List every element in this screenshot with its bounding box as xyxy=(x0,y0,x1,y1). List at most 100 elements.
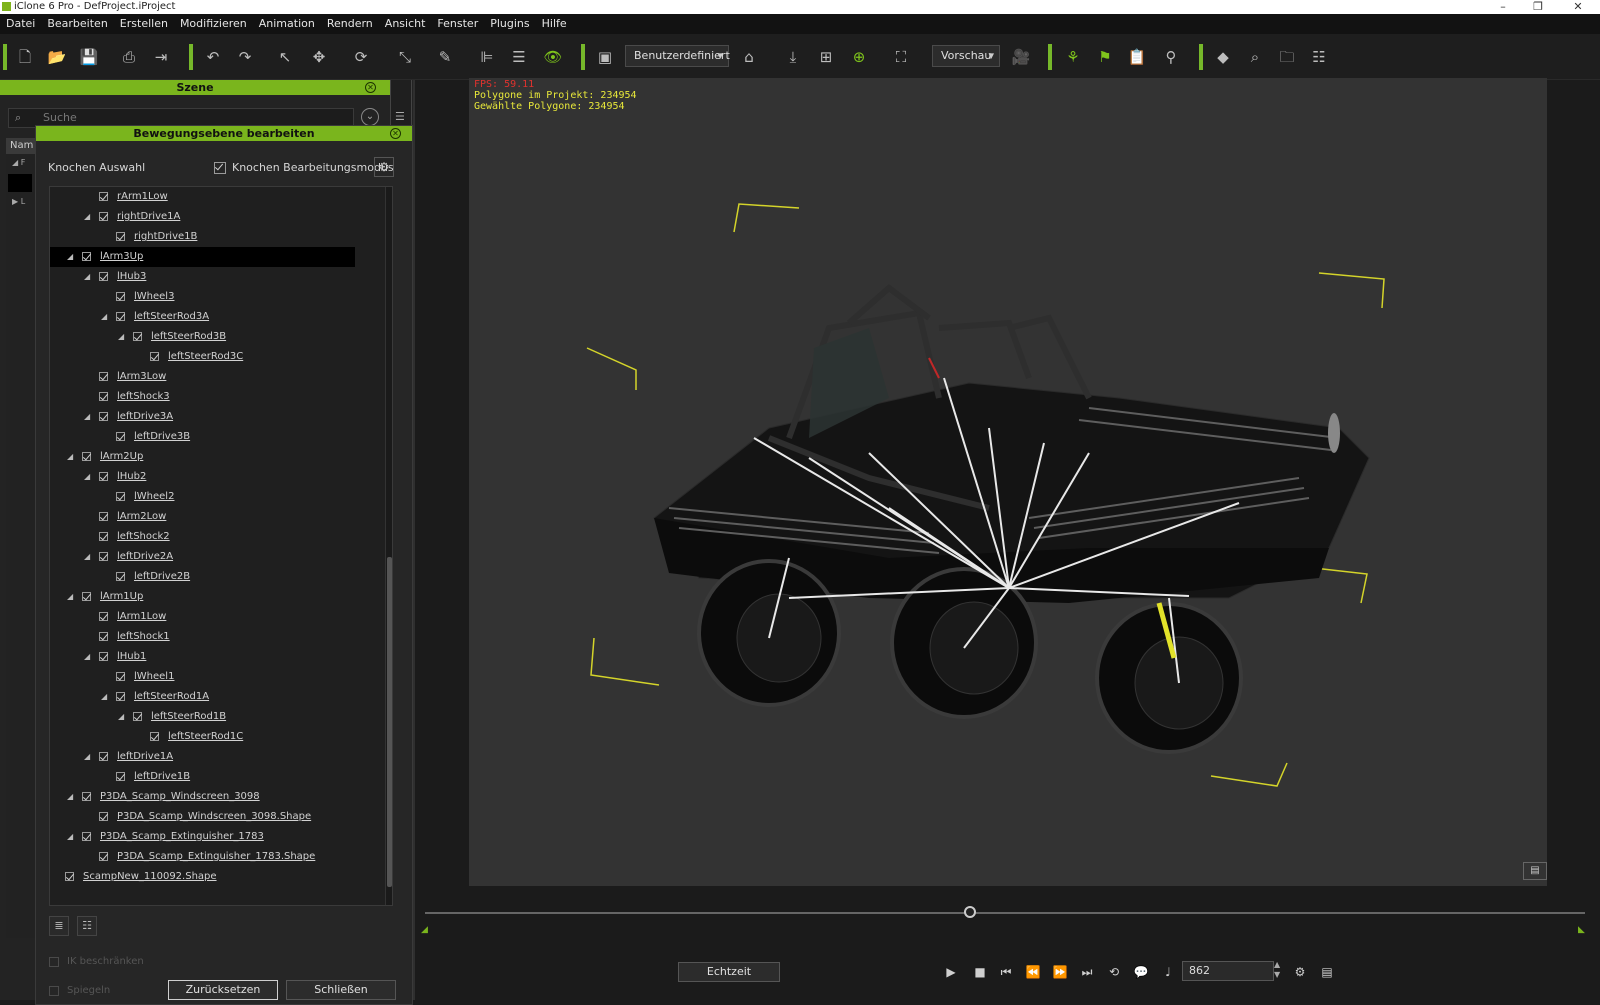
playback-settings-gear-icon[interactable]: ⚙ xyxy=(1290,962,1310,982)
bone-tree-row[interactable]: ◢ lArm2Up xyxy=(50,447,355,467)
play-icon[interactable]: ▶ xyxy=(941,962,961,982)
bone-tree-row[interactable]: ◢ leftSteerRod3B xyxy=(50,327,355,347)
close-window-icon[interactable]: ✕ xyxy=(1563,0,1593,14)
export-folder-icon[interactable]: 🗀 xyxy=(1274,44,1300,70)
expand-triangle-icon[interactable]: ◢ xyxy=(84,407,94,427)
view-mode-dropdown[interactable]: Benutzerdefiniert xyxy=(625,45,730,67)
scale-icon[interactable]: ⤡ xyxy=(392,44,418,70)
menu-modifizieren[interactable]: Modifizieren xyxy=(174,14,253,34)
timeline-track[interactable] xyxy=(425,912,1585,914)
range-start-marker-icon[interactable]: ◢ xyxy=(421,925,428,935)
expand-triangle-icon[interactable]: ◢ xyxy=(67,827,77,847)
bone-tree-row[interactable]: rightDrive1B xyxy=(50,227,355,247)
bone-visibility-checkbox[interactable] xyxy=(116,572,125,581)
bone-visibility-checkbox[interactable] xyxy=(99,412,108,421)
bone-visibility-checkbox[interactable] xyxy=(116,772,125,781)
tree-scrollbar[interactable] xyxy=(385,187,392,905)
expand-triangle-icon[interactable]: ◢ xyxy=(84,547,94,567)
bone-visibility-checkbox[interactable] xyxy=(99,372,108,381)
bone-tree-row[interactable]: ◢ leftSteerRod1A xyxy=(50,687,355,707)
bone-tree-row[interactable]: lWheel1 xyxy=(50,667,355,687)
bone-tree-row[interactable]: ◢ leftSteerRod1B xyxy=(50,707,355,727)
bone-tree-row[interactable]: lArm3Low xyxy=(50,367,355,387)
bone-visibility-checkbox[interactable] xyxy=(99,272,108,281)
expand-triangle-icon[interactable]: ◢ xyxy=(67,447,77,467)
flag-icon[interactable]: ⚑ xyxy=(1092,44,1118,70)
bone-tree-row[interactable]: ◢ leftSteerRod3A xyxy=(50,307,355,327)
bone-edit-mode-checkbox[interactable] xyxy=(214,162,226,174)
bone-visibility-checkbox[interactable] xyxy=(99,192,108,201)
bone-tree-row[interactable]: ◢ leftDrive3A xyxy=(50,407,355,427)
close-motion-layer-icon[interactable]: ✕ xyxy=(390,128,401,139)
undo-icon[interactable]: ↶ xyxy=(200,44,226,70)
bone-visibility-checkbox[interactable] xyxy=(133,332,142,341)
visibility-eye-icon[interactable]: 👁 xyxy=(540,44,566,70)
clipboard-icon[interactable]: 📋 xyxy=(1124,44,1150,70)
bone-tree-row[interactable]: ScampNew_110092.Shape xyxy=(50,867,355,887)
bone-visibility-checkbox[interactable] xyxy=(82,792,91,801)
bone-visibility-checkbox[interactable] xyxy=(99,552,108,561)
bone-tree-row[interactable]: leftShock2 xyxy=(50,527,355,547)
bone-visibility-checkbox[interactable] xyxy=(150,732,159,741)
bone-visibility-checkbox[interactable] xyxy=(82,452,91,461)
expand-triangle-icon[interactable]: ◢ xyxy=(67,587,77,607)
bone-visibility-checkbox[interactable] xyxy=(65,872,74,881)
bone-tree-row[interactable]: lArm1Low xyxy=(50,607,355,627)
distribute-icon[interactable]: ☰ xyxy=(506,44,532,70)
subtitle-icon[interactable]: 💬 xyxy=(1131,962,1151,982)
align-icon[interactable]: ⊫ xyxy=(474,44,500,70)
export-icon[interactable]: ⇥ xyxy=(148,44,174,70)
bone-tree-row[interactable]: leftSteerRod1C xyxy=(50,727,355,747)
bone-tree-row[interactable]: leftDrive1B xyxy=(50,767,355,787)
expand-triangle-icon[interactable]: ◢ xyxy=(101,307,111,327)
layout-icon[interactable]: ▣ xyxy=(592,44,618,70)
bone-tree-row[interactable]: ◢ lArm3Up xyxy=(50,247,355,267)
bone-tree-row[interactable]: leftSteerRod3C xyxy=(50,347,355,367)
zoom-extents-icon[interactable]: ⛶ xyxy=(888,44,914,70)
expand-triangle-icon[interactable]: ◢ xyxy=(84,267,94,287)
3d-viewport[interactable]: FPS: 59.11 Polygone im Projekt: 234954 G… xyxy=(469,78,1547,886)
close-button[interactable]: Schließen xyxy=(286,980,396,1000)
gizmo-icon[interactable]: ⊕ xyxy=(846,44,872,70)
bone-visibility-checkbox[interactable] xyxy=(99,852,108,861)
bone-visibility-checkbox[interactable] xyxy=(82,252,91,261)
bone-tree-row[interactable]: leftShock3 xyxy=(50,387,355,407)
expand-triangle-icon[interactable]: ◢ xyxy=(84,647,94,667)
timeline-toggle-icon[interactable]: ▤ xyxy=(1317,962,1337,982)
filter-icon[interactable]: ⌄ xyxy=(361,108,379,126)
bone-visibility-checkbox[interactable] xyxy=(99,392,108,401)
menu-fenster[interactable]: Fenster xyxy=(431,14,484,34)
tree-scrollbar-thumb[interactable] xyxy=(387,557,392,887)
bone-tree-row[interactable]: lArm2Low xyxy=(50,507,355,527)
bone-visibility-checkbox[interactable] xyxy=(116,292,125,301)
expand-triangle-icon[interactable]: ◢ xyxy=(118,327,128,347)
ik-limit-checkbox[interactable] xyxy=(49,957,59,967)
bone-link-icon[interactable]: ⚲ xyxy=(1158,44,1184,70)
expand-triangle-icon[interactable]: ◢ xyxy=(84,747,94,767)
bone-visibility-checkbox[interactable] xyxy=(99,472,108,481)
drop-to-floor-icon[interactable]: ⤓ xyxy=(780,44,806,70)
bone-visibility-checkbox[interactable] xyxy=(116,312,125,321)
expand-triangle-icon[interactable]: ◢ xyxy=(67,787,77,807)
loop-icon[interactable]: ⟲ xyxy=(1104,962,1124,982)
bone-tree[interactable]: ScampNew_110092.Shape P3DA_Scamp_Extingui… xyxy=(49,186,393,906)
eraser-icon[interactable]: ✎ xyxy=(432,44,458,70)
maximize-icon[interactable]: ❐ xyxy=(1523,0,1553,14)
bone-visibility-checkbox[interactable] xyxy=(133,712,142,721)
home-camera-icon[interactable]: ⌂ xyxy=(736,44,762,70)
bone-tree-row[interactable]: ◢ lHub1 xyxy=(50,647,355,667)
bone-tree-row[interactable]: ◢ rightDrive1A xyxy=(50,207,355,227)
bone-tree-row[interactable]: rArm1Low xyxy=(50,187,355,207)
bone-tree-row[interactable]: P3DA_Scamp_Extinguisher_1783.Shape xyxy=(50,847,355,867)
bone-visibility-checkbox[interactable] xyxy=(99,532,108,541)
bone-tree-row[interactable]: leftDrive3B xyxy=(50,427,355,447)
expand-triangle-icon[interactable]: ◢ F xyxy=(12,158,25,167)
expand-triangle-icon[interactable]: ◢ xyxy=(67,247,77,267)
camera-icon[interactable]: 🎥 xyxy=(1008,44,1034,70)
collapse-all-icon[interactable]: ☷ xyxy=(77,916,97,936)
bone-visibility-checkbox[interactable] xyxy=(99,212,108,221)
bone-visibility-checkbox[interactable] xyxy=(99,752,108,761)
menu-hilfe[interactable]: Hilfe xyxy=(536,14,573,34)
bone-tree-row[interactable]: lWheel2 xyxy=(50,487,355,507)
mirror-checkbox[interactable] xyxy=(49,986,59,996)
